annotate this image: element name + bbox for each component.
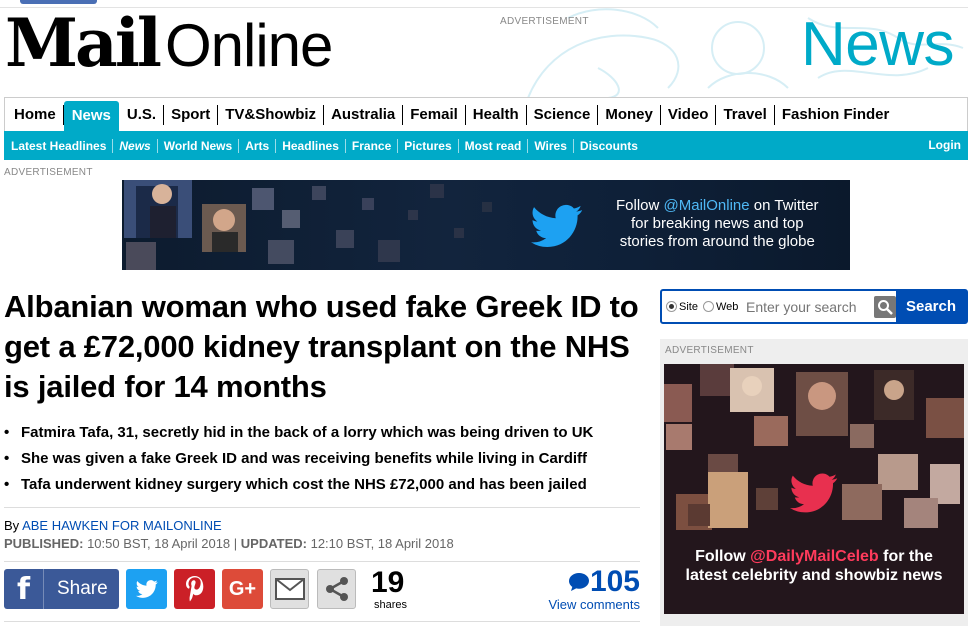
- subnav-latest-headlines[interactable]: Latest Headlines: [5, 138, 114, 153]
- sidebar-ad: ADVERTISEMENT Follow @DailyMailCeleb for…: [660, 339, 968, 626]
- nav-item-money[interactable]: Money: [598, 104, 661, 125]
- twitter-banner-ad[interactable]: Follow @MailOnline on Twitter for breaki…: [122, 180, 850, 270]
- facebook-icon: f: [4, 569, 44, 609]
- subnav-headlines[interactable]: Headlines: [276, 138, 346, 153]
- nav-item-us[interactable]: U.S.: [120, 104, 165, 125]
- subnav-world-news[interactable]: World News: [158, 138, 240, 153]
- more-share-button[interactable]: [317, 569, 356, 609]
- mailonline-logo[interactable]: Mail Online: [5, 4, 333, 82]
- published-label: PUBLISHED:: [4, 536, 84, 551]
- summary-bullet: She was given a fake Greek ID and was re…: [4, 446, 644, 472]
- site-radio[interactable]: [666, 301, 677, 312]
- magnifier-icon[interactable]: [874, 296, 896, 318]
- celeb-follow: Follow: [695, 548, 751, 565]
- updated-label: UPDATED:: [240, 536, 307, 551]
- subnav-arts[interactable]: Arts: [239, 138, 277, 153]
- primary-nav: Home News U.S. Sport TV&Showbiz Australi…: [4, 97, 968, 131]
- banner-photo-collage: [124, 180, 492, 270]
- comment-bubble-icon: [568, 573, 589, 591]
- celeb-line-2: latest celebrity and showbiz news: [685, 567, 943, 584]
- site-search: Site Web Search: [660, 289, 968, 324]
- byline-by: By: [4, 518, 23, 533]
- nav-item-health[interactable]: Health: [466, 104, 527, 125]
- login-link[interactable]: Login: [928, 138, 961, 152]
- published-date: 10:50 BST, 18 April 2018 |: [83, 536, 241, 551]
- view-comments-link[interactable]: View comments: [548, 597, 640, 612]
- banner-follow: Follow: [616, 197, 664, 214]
- article-summary: Fatmira Tafa, 31, secretly hid in the ba…: [4, 420, 644, 498]
- share-count: 19: [371, 566, 405, 599]
- web-radio[interactable]: [702, 301, 714, 312]
- celeb-for-the: for the: [878, 548, 933, 565]
- nav-item-tv-showbiz[interactable]: TV&Showbiz: [218, 104, 325, 125]
- nav-item-science[interactable]: Science: [527, 104, 599, 125]
- pinterest-icon: [185, 576, 203, 602]
- banner-line-2: for breaking news and top: [630, 215, 804, 232]
- secondary-nav: Latest Headlines News World News Arts He…: [4, 131, 968, 160]
- article-headline: Albanian woman who used fake Greek ID to…: [4, 289, 639, 404]
- section-title[interactable]: News: [801, 10, 955, 80]
- nav-item-news[interactable]: News: [63, 100, 119, 131]
- nav-item-sport[interactable]: Sport: [164, 104, 219, 125]
- share-count-label: shares: [374, 599, 408, 611]
- google-plus-icon: G+: [228, 577, 257, 600]
- nav-item-australia[interactable]: Australia: [324, 104, 404, 125]
- subnav-pictures[interactable]: Pictures: [398, 138, 459, 153]
- web-radio-label: Web: [715, 300, 739, 313]
- summary-bullet: Fatmira Tafa, 31, secretly hid in the ba…: [4, 420, 644, 446]
- comment-count-link[interactable]: 105: [568, 566, 640, 598]
- nav-item-fashion-finder[interactable]: Fashion Finder: [775, 105, 897, 125]
- twitter-icon: [135, 580, 158, 598]
- google-plus-share-button[interactable]: G+: [222, 569, 263, 609]
- nav-item-video[interactable]: Video: [661, 104, 717, 125]
- subnav-most-read[interactable]: Most read: [459, 138, 529, 153]
- masthead-ad-label: ADVERTISEMENT: [500, 16, 589, 27]
- twitter-share-button[interactable]: [126, 569, 167, 609]
- facebook-share-button[interactable]: f Share: [4, 569, 119, 609]
- search-input[interactable]: [743, 294, 873, 319]
- nav-item-travel[interactable]: Travel: [716, 104, 775, 125]
- summary-bullet: Tafa underwent kidney surgery which cost…: [4, 472, 644, 498]
- banner-line-3: stories from around the globe: [619, 233, 815, 250]
- share-divider-top: [4, 561, 640, 562]
- search-button[interactable]: Search: [896, 291, 966, 322]
- celebrity-ad-text: Follow @DailyMailCeleb for the latest ce…: [664, 547, 964, 585]
- banner-handle: @MailOnline: [663, 197, 750, 214]
- logo-mail-text: Mail: [5, 4, 162, 82]
- subnav-wires[interactable]: Wires: [528, 138, 574, 153]
- sidebar-ad-label: ADVERTISEMENT: [665, 345, 754, 356]
- celeb-handle: @DailyMailCeleb: [750, 548, 879, 565]
- facebook-share-label: Share: [57, 578, 108, 599]
- subnav-discounts[interactable]: Discounts: [574, 139, 644, 153]
- site-radio-label: Site: [679, 300, 698, 313]
- banner-twitter: on Twitter: [749, 197, 819, 214]
- twitter-bird-icon: [790, 473, 838, 513]
- logo-online-text: Online: [164, 12, 333, 79]
- search-scope: Site Web: [662, 301, 743, 313]
- share-divider-bottom: [4, 621, 640, 622]
- banner-text: Follow @MailOnline on Twitter for breaki…: [616, 197, 819, 251]
- pinterest-share-button[interactable]: [174, 569, 215, 609]
- comment-count: 105: [589, 565, 640, 598]
- email-share-button[interactable]: [270, 569, 309, 609]
- subnav-news[interactable]: News: [113, 138, 158, 153]
- updated-date: 12:10 BST, 18 April 2018: [306, 536, 454, 551]
- byline-divider-top: [4, 507, 640, 508]
- email-icon: [274, 578, 305, 600]
- twitter-bird-icon: [531, 204, 583, 248]
- nav-item-home[interactable]: Home: [7, 104, 64, 125]
- article-dates: PUBLISHED: 10:50 BST, 18 April 2018 | UP…: [4, 536, 454, 551]
- masthead: Mail Online ADVERTISEMENT News: [0, 8, 970, 98]
- celebrity-twitter-ad[interactable]: Follow @DailyMailCeleb for the latest ce…: [664, 364, 964, 614]
- subnav-france[interactable]: France: [346, 138, 399, 153]
- banner-ad-label: ADVERTISEMENT: [4, 167, 93, 178]
- share-bar: f Share G+ 19 shares 105 View comments: [4, 566, 640, 612]
- author-link[interactable]: ABE HAWKEN FOR MAILONLINE: [22, 518, 222, 533]
- byline: By ABE HAWKEN FOR MAILONLINE: [4, 518, 222, 533]
- share-icon: [325, 577, 348, 601]
- nav-item-femail[interactable]: Femail: [403, 104, 466, 125]
